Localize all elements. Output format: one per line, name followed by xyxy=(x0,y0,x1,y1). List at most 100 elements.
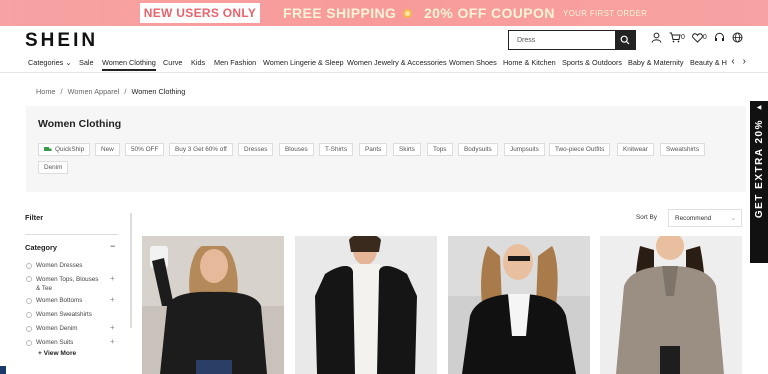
chip-knitwear[interactable]: Knitwear xyxy=(617,143,654,156)
category-heading[interactable]: Category xyxy=(25,243,57,252)
product-card[interactable] xyxy=(295,236,437,374)
category-option[interactable]: Women Suits xyxy=(26,339,73,346)
promo-dot-icon xyxy=(403,9,412,18)
radio-icon xyxy=(26,263,32,269)
category-option[interactable]: Women Denim xyxy=(26,325,78,332)
coupon-text: 20% OFF COUPON xyxy=(424,5,555,21)
wishlist-count: 0 xyxy=(702,34,707,41)
breadcrumb-home[interactable]: Home xyxy=(36,87,55,96)
product-card[interactable] xyxy=(600,236,742,374)
get-extra-side-banner[interactable]: ◀ GET EXTRA 20% xyxy=(750,101,768,263)
chip-sweatshirts[interactable]: Sweatshirts xyxy=(660,143,706,156)
chip-blouses[interactable]: Blouses xyxy=(279,143,314,156)
product-image xyxy=(295,236,437,374)
category-option[interactable]: Women Tops, Blouses & Tee xyxy=(26,275,101,293)
chip-pants[interactable]: Pants xyxy=(359,143,388,156)
new-users-badge: NEW USERS ONLY xyxy=(140,3,260,23)
product-card[interactable] xyxy=(448,236,590,374)
chip-denim[interactable]: Denim xyxy=(38,161,69,174)
nav-women-jewelry[interactable]: Women Jewelry & Accessories xyxy=(347,58,447,67)
radio-icon xyxy=(26,298,32,304)
nav-home-kitchen[interactable]: Home & Kitchen xyxy=(503,58,556,67)
product-image xyxy=(600,236,742,374)
nav-beauty[interactable]: Beauty & H xyxy=(690,58,728,67)
search-icon xyxy=(620,35,630,45)
language-button[interactable] xyxy=(732,32,743,43)
product-card[interactable] xyxy=(142,236,284,374)
chevron-down-icon: ⌄ xyxy=(730,215,736,222)
nav-curve[interactable]: Curve xyxy=(163,58,182,67)
view-more-link[interactable]: + View More xyxy=(38,350,76,357)
search-input[interactable] xyxy=(509,31,615,49)
nav-prev-icon[interactable]: ‹ xyxy=(731,56,734,67)
breadcrumb-current: Women Clothing xyxy=(131,87,186,96)
chat-tab[interactable] xyxy=(0,366,6,374)
radio-icon xyxy=(26,312,32,318)
shein-logo[interactable]: SHEIN xyxy=(25,30,98,52)
radio-icon xyxy=(26,340,32,346)
heart-icon xyxy=(692,32,703,43)
chip-tops[interactable]: Tops xyxy=(427,143,453,156)
chip-buy3[interactable]: Buy 3 Get 60% off xyxy=(169,143,233,156)
breadcrumb: Home / Women Apparel / Women Clothing xyxy=(36,87,186,96)
chip-jumpsuits[interactable]: Jumpsuits xyxy=(504,143,545,156)
nav-baby-maternity[interactable]: Baby & Maternity xyxy=(628,58,684,67)
sort-label: Sort By xyxy=(636,214,657,221)
nav-next-icon[interactable]: › xyxy=(743,56,746,67)
breadcrumb-women-apparel[interactable]: Women Apparel xyxy=(68,87,120,96)
sidebar-scrollbar[interactable] xyxy=(130,213,132,328)
chip-bodysuits[interactable]: Bodysuits xyxy=(458,143,498,156)
radio-icon xyxy=(26,276,32,282)
search-button[interactable] xyxy=(615,31,635,49)
chevron-down-icon: ⌄ xyxy=(65,58,72,67)
chip-dresses[interactable]: Dresses xyxy=(238,143,274,156)
quickship-icon xyxy=(44,147,52,151)
chip-two-piece[interactable]: Two-piece Outfits xyxy=(549,143,611,156)
category-option[interactable]: Women Sweatshirts xyxy=(26,311,92,318)
chip-tshirts[interactable]: T-Shirts xyxy=(319,143,354,156)
category-option[interactable]: Women Dresses xyxy=(26,262,82,269)
chip-50-off[interactable]: 50% OFF xyxy=(125,143,165,156)
chip-new[interactable]: New xyxy=(95,143,120,156)
product-image xyxy=(448,236,590,374)
first-order-text: YOUR FIRST ORDER xyxy=(563,9,648,18)
category-nav: Categories ⌄ Sale Women Clothing Curve K… xyxy=(0,54,768,73)
expand-icon[interactable]: + xyxy=(110,295,115,304)
divider xyxy=(25,234,118,235)
promo-banner[interactable]: NEW USERS ONLY FREE SHIPPING 20% OFF COU… xyxy=(0,0,768,26)
headset-icon xyxy=(714,32,724,41)
chip-skirts[interactable]: Skirts xyxy=(393,143,421,156)
support-button[interactable] xyxy=(714,32,725,43)
globe-icon xyxy=(732,32,743,43)
nav-women-shoes[interactable]: Women Shoes xyxy=(449,58,497,67)
expand-icon[interactable]: + xyxy=(110,323,115,332)
nav-kids[interactable]: Kids xyxy=(191,58,205,67)
account-button[interactable] xyxy=(651,32,662,43)
arrow-left-icon: ◀ xyxy=(756,105,762,111)
search-box xyxy=(508,30,636,50)
nav-sale[interactable]: Sale xyxy=(79,58,94,67)
radio-icon xyxy=(26,326,32,332)
collapse-icon[interactable]: − xyxy=(110,241,115,251)
product-image xyxy=(142,236,284,374)
expand-icon[interactable]: + xyxy=(110,274,115,283)
nav-men-fashion[interactable]: Men Fashion xyxy=(214,58,256,67)
sort-select[interactable]: Recommend ⌄ xyxy=(668,209,742,227)
nav-women-lingerie[interactable]: Women Lingerie & Sleep xyxy=(263,58,344,67)
free-shipping-text: FREE SHIPPING xyxy=(283,5,397,21)
user-icon xyxy=(651,32,662,43)
wishlist-button[interactable]: 0 xyxy=(692,32,707,43)
expand-icon[interactable]: + xyxy=(110,337,115,346)
cart-count: 0 xyxy=(681,34,685,41)
cart-icon xyxy=(669,32,681,43)
nav-categories[interactable]: Categories ⌄ xyxy=(28,58,71,67)
site-header: SHEIN 0 0 xyxy=(0,26,768,54)
chip-quickship[interactable]: QuickShip xyxy=(38,143,91,156)
category-option[interactable]: Women Bottoms xyxy=(26,297,82,304)
page-title: Women Clothing xyxy=(38,118,122,130)
category-panel: Women Clothing QuickShip New 50% OFF Buy… xyxy=(26,106,746,192)
nav-women-clothing[interactable]: Women Clothing xyxy=(102,58,156,71)
filter-heading: Filter xyxy=(25,213,44,222)
cart-button[interactable]: 0 xyxy=(669,32,685,43)
nav-sports-outdoors[interactable]: Sports & Outdoors xyxy=(562,58,622,67)
